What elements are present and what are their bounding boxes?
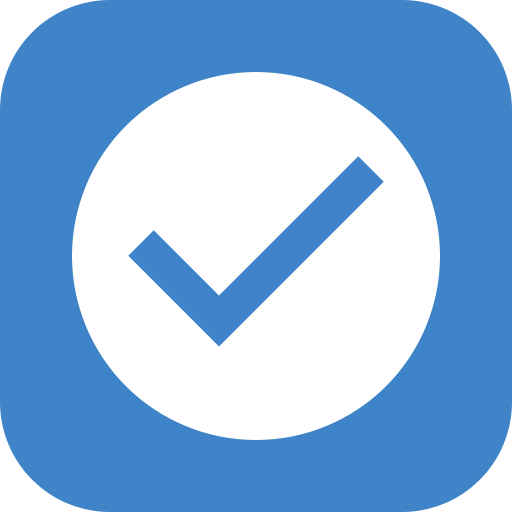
checkmark-icon-graphic xyxy=(0,0,512,512)
white-circle xyxy=(72,72,440,440)
app-icon[interactable] xyxy=(0,0,512,512)
